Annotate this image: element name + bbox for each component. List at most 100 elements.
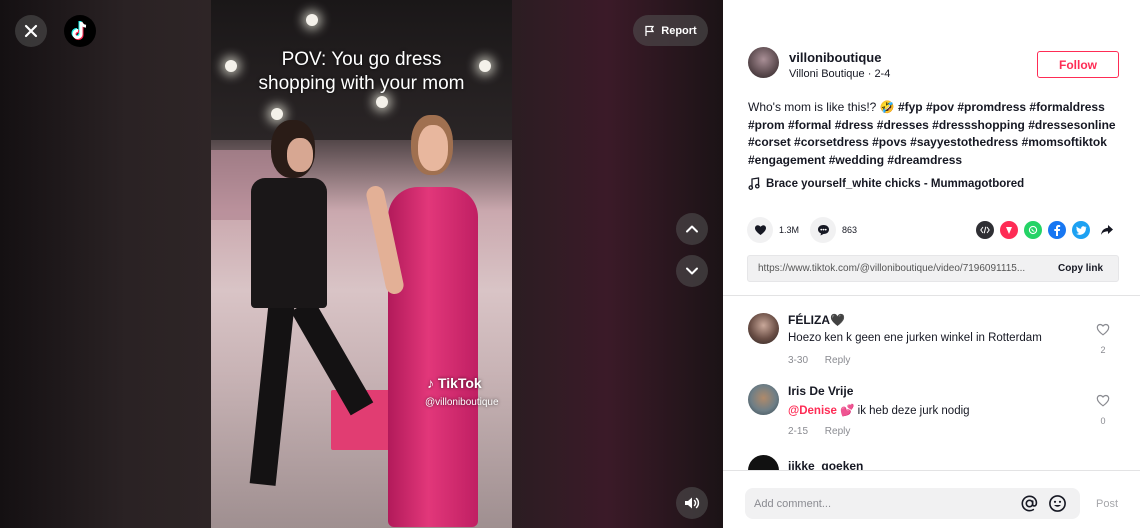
- comment-like-button[interactable]: [1093, 323, 1113, 341]
- hashtag-link[interactable]: #engagement: [748, 153, 825, 167]
- comment-stat: 863: [810, 217, 857, 243]
- commenter-avatar[interactable]: [748, 384, 779, 415]
- details-panel: villoniboutique Villoni Boutique · 2-4 F…: [723, 0, 1140, 528]
- music-info[interactable]: Brace yourself_white chicks - Mummagotbo…: [748, 177, 1024, 190]
- hashtag-link[interactable]: #promdress: [957, 100, 1026, 114]
- comment-like-count: 0: [1100, 416, 1106, 426]
- hashtag-link[interactable]: #corsetdress: [794, 135, 869, 149]
- embed-button[interactable]: [976, 221, 994, 239]
- like-count: 1.3M: [779, 225, 800, 235]
- torso: [251, 178, 327, 308]
- hashtag-link[interactable]: #povs: [872, 135, 907, 149]
- heart-icon: [754, 225, 766, 235]
- reply-button[interactable]: Reply: [825, 426, 851, 437]
- volume-icon: [685, 497, 700, 509]
- facebook-icon: [1054, 225, 1061, 236]
- hashtag-link[interactable]: #formal: [788, 118, 831, 132]
- commenter-name[interactable]: FÉLIZA🖤: [788, 313, 845, 327]
- whatsapp-icon: [1028, 225, 1038, 235]
- embed-icon: [980, 226, 990, 234]
- next-video-button[interactable]: [676, 255, 708, 287]
- emoji-icon[interactable]: [1048, 494, 1067, 513]
- report-label: Report: [661, 24, 697, 37]
- description-text: Who's mom is like this!? 🤣: [748, 100, 895, 114]
- hashtag-link[interactable]: #dresses: [877, 118, 929, 132]
- comment-meta: 3-30 Reply: [788, 355, 850, 366]
- share-arrow-icon: [1101, 225, 1113, 235]
- like-button[interactable]: [747, 217, 773, 243]
- hashtag-link[interactable]: #sayyestothedress: [910, 135, 1018, 149]
- pink-dress: [388, 187, 478, 527]
- comment-mention[interactable]: @Denise 💕: [788, 405, 854, 417]
- close-button[interactable]: [15, 15, 47, 47]
- heart-outline-icon: [1096, 394, 1110, 407]
- author-username[interactable]: villoniboutique: [789, 50, 881, 65]
- copy-link-button[interactable]: Copy link: [1058, 263, 1103, 274]
- comment-button[interactable]: [810, 217, 836, 243]
- comment-like-count: 2: [1100, 345, 1106, 355]
- post-button[interactable]: Post: [1096, 498, 1118, 510]
- comment-body: ik heb deze jurk nodig: [857, 405, 970, 417]
- hashtag-link[interactable]: #dreamdress: [887, 153, 962, 167]
- commenter-name[interactable]: Iris De Vrije: [788, 384, 853, 398]
- music-note-icon: [748, 177, 760, 190]
- video-caption: POV: You go dress shopping with your mom: [211, 48, 512, 96]
- whatsapp-share-button[interactable]: [1024, 221, 1042, 239]
- hashtag-link[interactable]: #corset: [748, 135, 791, 149]
- hashtag-link[interactable]: #dressshopping: [932, 118, 1025, 132]
- video-watermark: ♪ TikTok: [427, 375, 482, 391]
- heart-outline-icon: [1096, 323, 1110, 336]
- comment-like-button[interactable]: [1093, 394, 1113, 412]
- comment-text: @Denise 💕 ik heb deze jurk nodig: [788, 403, 970, 417]
- report-button[interactable]: Report: [633, 15, 708, 46]
- watermark-logo-icon: ♪: [427, 375, 434, 391]
- comment-count: 863: [842, 225, 858, 235]
- comment-bubble-icon: [817, 225, 829, 236]
- hashtag-link[interactable]: #dress: [835, 118, 874, 132]
- video-player[interactable]: POV: You go dress shopping with your mom…: [211, 0, 512, 528]
- hashtag-link[interactable]: #pov: [926, 100, 954, 114]
- hashtag-link[interactable]: #dressesonline: [1028, 118, 1115, 132]
- mention-icon[interactable]: [1020, 494, 1039, 513]
- chevron-up-icon: [686, 225, 698, 233]
- pinterest-icon: [1006, 227, 1012, 234]
- comment-bar: Post: [723, 470, 1140, 528]
- ceiling-light: [306, 14, 318, 26]
- tiktok-logo[interactable]: [64, 15, 96, 47]
- commenter-avatar[interactable]: [748, 313, 779, 344]
- twitter-share-button[interactable]: [1072, 221, 1090, 239]
- ceiling-light: [376, 96, 388, 108]
- face: [287, 138, 313, 172]
- hashtag-link[interactable]: #prom: [748, 118, 785, 132]
- comment-date: 3-30: [788, 355, 809, 366]
- share-url[interactable]: https://www.tiktok.com/@villoniboutique/…: [758, 263, 1043, 274]
- previous-video-button[interactable]: [676, 213, 708, 245]
- hashtag-link[interactable]: #fyp: [898, 100, 923, 114]
- separator-dot: ·: [867, 68, 872, 80]
- author-subline: Villoni Boutique · 2-4: [789, 68, 890, 80]
- author-avatar[interactable]: [748, 47, 779, 78]
- blurred-background-left: [0, 0, 211, 528]
- person-daughter: [364, 115, 496, 528]
- volume-button[interactable]: [676, 487, 708, 519]
- face: [418, 125, 448, 171]
- close-icon: [24, 24, 38, 38]
- caption-line-1: POV: You go dress: [281, 49, 442, 70]
- watermark-username: @villoniboutique: [425, 397, 499, 408]
- pinterest-share-button[interactable]: [1000, 221, 1018, 239]
- facebook-share-button[interactable]: [1048, 221, 1066, 239]
- watermark-brand: TikTok: [437, 375, 482, 391]
- hashtag-link[interactable]: #momsoftiktok: [1022, 135, 1107, 149]
- hashtag-link[interactable]: #formaldress: [1029, 100, 1104, 114]
- follow-button[interactable]: Follow: [1037, 51, 1119, 78]
- hashtag-link[interactable]: #wedding: [829, 153, 884, 167]
- video-description: Who's mom is like this!? 🤣 #fyp #pov #pr…: [748, 99, 1118, 169]
- caption-line-2: shopping with your mom: [258, 73, 465, 94]
- comment-item: Iris De Vrije @Denise 💕 ik heb deze jurk…: [748, 384, 1118, 444]
- music-title: Brace yourself_white chicks - Mummagotbo…: [766, 177, 1025, 190]
- comment-item: FÉLIZA🖤 Hoezo ken k geen ene jurken wink…: [748, 313, 1118, 373]
- person-mom: [239, 120, 374, 520]
- reply-button[interactable]: Reply: [825, 355, 851, 366]
- chevron-down-icon: [686, 267, 698, 275]
- more-share-button[interactable]: [1098, 221, 1116, 239]
